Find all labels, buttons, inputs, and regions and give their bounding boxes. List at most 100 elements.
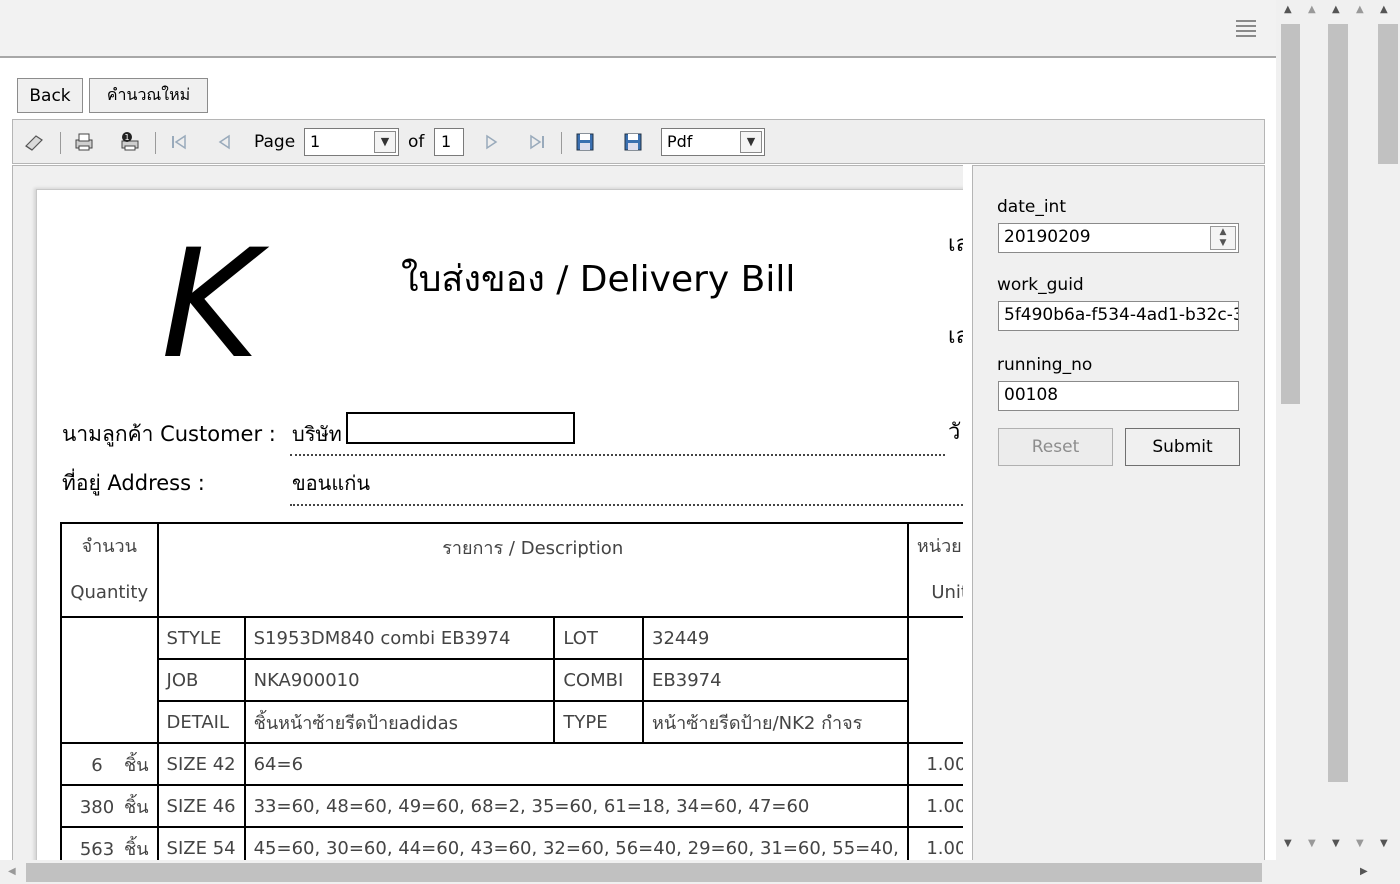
style-value: S1953DM840 combi EB3974	[243, 616, 556, 660]
scroll-down-icon[interactable]: ▼	[1332, 838, 1340, 849]
eraser-icon[interactable]	[23, 131, 45, 153]
work-guid-input[interactable]: 5f490b6a-f534-4ad1-b32c-3b	[998, 301, 1239, 331]
scrollbar[interactable]: ▲ ▼	[1278, 0, 1302, 860]
scrollbar[interactable]: ▲ ▼	[1350, 0, 1374, 860]
print-preview-icon[interactable]: 1	[119, 131, 141, 153]
table-row: STYLE S1953DM840 combi EB3974 LOT 32449	[60, 616, 963, 744]
qty-value: 380	[79, 796, 115, 818]
page-select[interactable]: 1 ▼	[304, 128, 399, 156]
date-int-input[interactable]: 20190209 ▲ ▼	[998, 223, 1239, 253]
chevron-down-icon: ▼	[374, 131, 396, 153]
scroll-down-icon[interactable]: ▼	[1380, 838, 1388, 849]
table-header-row: จำนวน Quantity รายการ / Description หน่ว…	[60, 522, 963, 618]
scroll-up-icon[interactable]: ▲	[1356, 4, 1364, 15]
running-no-label: running_no	[997, 355, 1093, 375]
qty-value: 563	[79, 838, 115, 860]
qty-cell: 380 ชิ้น	[60, 784, 159, 828]
type-label: TYPE	[553, 700, 645, 744]
first-page-icon[interactable]	[168, 131, 190, 153]
qty-unit: ชิ้น	[124, 838, 149, 860]
scroll-up-icon[interactable]: ▲	[1380, 4, 1388, 15]
toolbar-separator	[60, 132, 61, 154]
type-value: หน้าซ้ายรีดป้าย/NK2 กำจร	[642, 700, 909, 744]
save-as-icon[interactable]	[622, 131, 644, 153]
header-quantity-th: จำนวน	[81, 536, 137, 557]
lot-value: 32449	[642, 616, 909, 660]
job-label: JOB	[156, 658, 246, 702]
job-value: NKA900010	[243, 658, 556, 702]
table-row: DETAIL ชิ้นหน้าซ้ายรีดป้ายadidas TYPE หน…	[61, 700, 963, 744]
table-row: 380 ชิ้น SIZE 46 33=60, 48=60, 49=60, 68=…	[60, 784, 963, 828]
items-table: จำนวน Quantity รายการ / Description หน่ว…	[60, 522, 963, 865]
scrollbar-thumb[interactable]	[1328, 24, 1348, 782]
toolbar-separator	[561, 132, 562, 154]
customer-value: บริษัท	[292, 422, 342, 446]
company-logo: K	[161, 218, 260, 392]
scroll-up-icon[interactable]: ▲	[1308, 4, 1316, 15]
reset-button[interactable]: Reset	[998, 428, 1113, 466]
table-row: JOB NKA900010 COMBI EB3974	[61, 658, 963, 702]
scroll-up-icon[interactable]: ▲	[1284, 4, 1292, 15]
cut-off-date-label: วั	[948, 420, 961, 445]
price-cell: 1.00	[906, 784, 963, 828]
horizontal-scrollbar[interactable]: ◀ ▶	[0, 860, 1400, 884]
report-toolbar: 1 Page 1 ▼ of 1 Pdf ▼	[12, 119, 1265, 164]
qty-unit: ชิ้น	[124, 796, 149, 818]
scrollbar-thumb[interactable]	[26, 863, 1262, 882]
parameter-panel: date_int 20190209 ▲ ▼ work_guid 5f490b6a-…	[972, 165, 1265, 865]
page-label: Page	[254, 132, 296, 152]
of-label: of	[408, 132, 425, 152]
breakdown-cell: 64=6	[243, 742, 909, 786]
header-unit-en: Unit	[931, 582, 963, 603]
export-format-value: Pdf	[667, 132, 693, 151]
export-format-select[interactable]: Pdf ▼	[661, 128, 765, 156]
date-int-label: date_int	[997, 197, 1066, 217]
scroll-left-icon[interactable]: ◀	[8, 866, 16, 877]
cut-off-header-text: เล	[948, 232, 963, 257]
header-quantity: จำนวน Quantity	[60, 522, 159, 618]
size-cell: SIZE 42	[156, 742, 246, 786]
recalculate-button[interactable]: คำนวณใหม่	[89, 78, 208, 113]
toolbar-separator	[155, 132, 156, 154]
scroll-down-icon[interactable]: ▼	[1284, 838, 1292, 849]
scrollbar[interactable]: ▲ ▼	[1302, 0, 1326, 860]
last-page-icon[interactable]	[526, 131, 548, 153]
qty-unit: ชิ้น	[124, 754, 149, 776]
qty-value: 6	[91, 754, 103, 776]
page-select-value: 1	[310, 132, 321, 151]
work-guid-label: work_guid	[997, 275, 1084, 295]
spinner-icon[interactable]: ▲ ▼	[1210, 226, 1236, 250]
price-cell: 1.00	[906, 742, 963, 786]
qty-empty-cell	[60, 616, 159, 744]
submit-button[interactable]: Submit	[1125, 428, 1240, 466]
breakdown-cell: 33=60, 48=60, 49=60, 68=2, 35=60, 61=18,…	[243, 784, 909, 828]
next-page-icon[interactable]	[481, 131, 503, 153]
redacted-box	[346, 412, 575, 444]
scrollbar-thumb[interactable]	[1281, 24, 1300, 404]
scroll-down-icon[interactable]: ▼	[1356, 838, 1364, 849]
cut-off-header-text: เล	[948, 324, 963, 349]
chevron-down-icon: ▼	[740, 131, 762, 153]
total-pages: 1	[434, 128, 464, 156]
prev-page-icon[interactable]	[213, 131, 235, 153]
size-cell: SIZE 46	[156, 784, 246, 828]
scroll-down-icon[interactable]: ▼	[1308, 838, 1316, 849]
header-description: รายการ / Description	[156, 522, 909, 618]
menu-icon[interactable]	[1236, 20, 1256, 38]
scroll-right-icon[interactable]: ▶	[1360, 866, 1368, 877]
back-button[interactable]: Back	[17, 78, 83, 113]
scrollbar[interactable]: ▲ ▼	[1326, 0, 1350, 860]
top-bar	[0, 0, 1276, 58]
vertical-scrollbars: ▲ ▼ ▲ ▼ ▲ ▼ ▲ ▼ ▲ ▼	[1276, 0, 1400, 860]
save-icon[interactable]	[574, 131, 596, 153]
address-underline	[290, 462, 963, 506]
header-quantity-en: Quantity	[70, 582, 149, 603]
report-title: ใบส่งของ / Delivery Bill	[401, 259, 796, 300]
running-no-input[interactable]: 00108	[998, 381, 1239, 411]
address-value: ขอนแก่น	[292, 471, 371, 495]
table-row: 6 ชิ้น SIZE 42 64=6 1.00	[60, 742, 963, 786]
scrollbar[interactable]: ▲ ▼	[1374, 0, 1398, 860]
print-icon[interactable]	[73, 131, 95, 153]
scrollbar-thumb[interactable]	[1378, 24, 1398, 164]
scroll-up-icon[interactable]: ▲	[1332, 4, 1340, 15]
